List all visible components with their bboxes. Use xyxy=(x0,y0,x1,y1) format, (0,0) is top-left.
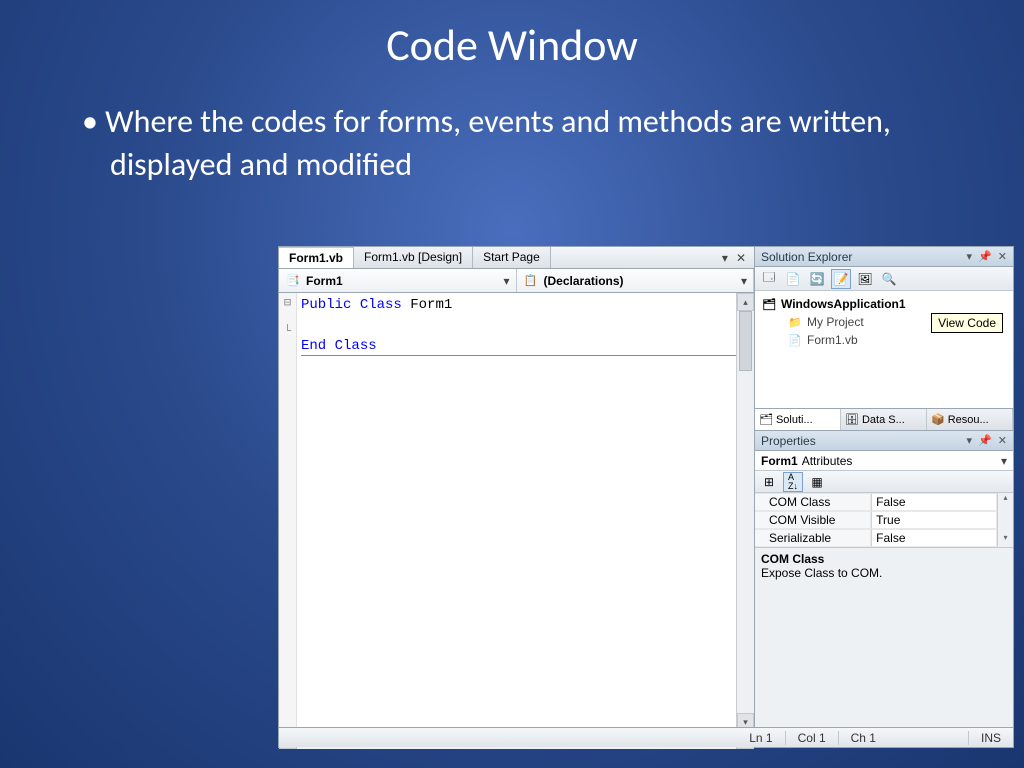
refresh-icon[interactable]: 🔄 xyxy=(807,269,827,289)
chevron-down-icon: ▾ xyxy=(741,274,747,288)
resources-icon: 📦 xyxy=(931,413,945,426)
property-row[interactable]: COM Visible True xyxy=(755,511,997,529)
solution-explorer-toolbar: 🗔 📄 🔄 📝 🖼 🔍 xyxy=(755,267,1013,291)
object-subtitle: Attributes xyxy=(802,454,853,468)
status-line: Ln 1 xyxy=(737,731,784,745)
code-area[interactable]: ⊟└ Public Class Form1 End Class ▴ ▾ xyxy=(279,293,754,731)
slide-bullet: Where the codes for forms, events and me… xyxy=(0,72,1024,186)
code-editor-pane: Form1.vb Form1.vb [Design] Start Page ▾ … xyxy=(279,247,755,747)
property-description: COM Class Expose Class to COM. xyxy=(755,547,1013,747)
panel-title-text: Solution Explorer xyxy=(761,250,852,264)
ide-screenshot: Form1.vb Form1.vb [Design] Start Page ▾ … xyxy=(278,246,1014,748)
right-panels: Solution Explorer ▾ 📌 ✕ 🗔 📄 🔄 📝 🖼 🔍 🗂 Wi… xyxy=(755,247,1013,747)
diagram-icon[interactable]: 🔍 xyxy=(879,269,899,289)
desc-text: Expose Class to COM. xyxy=(761,566,882,580)
slide-title: Code Window xyxy=(0,0,1024,72)
categorized-icon[interactable]: ⊞ xyxy=(759,472,779,492)
status-ins: INS xyxy=(968,731,1013,745)
chevron-down-icon: ▾ xyxy=(1001,454,1007,468)
properties-toolbar: ⊞ AZ↓ ▦ xyxy=(755,471,1013,493)
scroll-down-icon[interactable]: ▾ xyxy=(998,533,1013,547)
property-row[interactable]: Serializable False xyxy=(755,529,997,547)
vertical-scrollbar[interactable]: ▴ ▾ xyxy=(736,293,754,731)
tree-item-form1[interactable]: 📄 Form1.vb xyxy=(761,331,1007,349)
form-icon: 📄 xyxy=(787,332,803,348)
property-name: COM Class xyxy=(755,493,871,511)
tab-form1-design[interactable]: Form1.vb [Design] xyxy=(354,247,473,268)
tab-form1-vb[interactable]: Form1.vb xyxy=(279,247,354,268)
property-row[interactable]: COM Class False xyxy=(755,493,997,511)
pin-icon[interactable]: 📌 xyxy=(978,250,992,263)
class-icon: 📑 xyxy=(285,273,301,289)
class-name: Form1 xyxy=(306,274,498,288)
desc-title: COM Class xyxy=(761,552,1007,566)
property-name: Serializable xyxy=(755,529,871,547)
scroll-up-icon[interactable]: ▴ xyxy=(998,493,1013,507)
class-selector[interactable]: 📑 Form1 ▾ xyxy=(279,269,517,292)
project-name: WindowsApplication1 xyxy=(781,297,906,311)
close-icon[interactable]: ✕ xyxy=(998,434,1007,447)
property-name: COM Visible xyxy=(755,511,871,529)
view-code-icon[interactable]: 📝 xyxy=(831,269,851,289)
outline-gutter: ⊟└ xyxy=(279,293,297,731)
folder-icon: 📁 xyxy=(787,314,803,330)
panel-title-text: Properties xyxy=(761,434,816,448)
scroll-thumb[interactable] xyxy=(739,311,752,371)
project-node[interactable]: 🗂 WindowsApplication1 xyxy=(761,295,1007,313)
properties-grid[interactable]: COM Class False COM Visible True Seriali… xyxy=(755,493,1013,547)
property-value[interactable]: True xyxy=(871,511,997,529)
declarations-icon: 📋 xyxy=(523,273,539,289)
tab-start-page[interactable]: Start Page xyxy=(473,247,551,268)
status-col: Col 1 xyxy=(785,731,838,745)
property-value[interactable]: False xyxy=(871,493,997,511)
properties-title: Properties ▾ 📌 ✕ xyxy=(755,431,1013,451)
data-icon: 🗄 xyxy=(845,413,859,426)
properties-scrollbar[interactable]: ▴ ▾ xyxy=(997,493,1013,547)
show-all-icon[interactable]: 📄 xyxy=(783,269,803,289)
alphabetical-icon[interactable]: AZ↓ xyxy=(783,472,803,492)
method-name: (Declarations) xyxy=(544,274,736,288)
code-text[interactable]: Public Class Form1 End Class xyxy=(297,293,736,731)
property-value[interactable]: False xyxy=(871,529,997,547)
tab-dropdown-icon[interactable]: ▾ xyxy=(722,251,728,265)
pin-icon[interactable]: 📌 xyxy=(978,434,992,447)
tab-close-icon[interactable]: ✕ xyxy=(736,251,746,265)
status-ch: Ch 1 xyxy=(838,731,888,745)
properties-icon[interactable]: 🗔 xyxy=(759,269,779,289)
project-icon: 🗂 xyxy=(761,296,777,312)
solution-icon: 🗂 xyxy=(759,413,773,426)
tab-solution[interactable]: 🗂Soluti... xyxy=(755,409,841,430)
chevron-down-icon: ▾ xyxy=(503,274,509,288)
panel-menu-icon[interactable]: ▾ xyxy=(967,434,973,447)
solution-explorer-title: Solution Explorer ▾ 📌 ✕ xyxy=(755,247,1013,267)
solution-tree[interactable]: 🗂 WindowsApplication1 📁 My Project 📄 For… xyxy=(755,291,1013,409)
tab-resources[interactable]: 📦Resou... xyxy=(927,409,1013,430)
tooltip-view-code: View Code xyxy=(931,313,1003,333)
tree-item-label: My Project xyxy=(807,315,864,329)
status-bar: Ln 1 Col 1 Ch 1 INS xyxy=(279,727,1013,747)
object-name: Form1 xyxy=(761,454,798,468)
properties-object-selector[interactable]: Form1 Attributes ▾ xyxy=(755,451,1013,471)
view-designer-icon[interactable]: 🖼 xyxy=(855,269,875,289)
document-tabs: Form1.vb Form1.vb [Design] Start Page ▾ … xyxy=(279,247,754,269)
navigation-dropdowns: 📑 Form1 ▾ 📋 (Declarations) ▾ xyxy=(279,269,754,293)
tree-item-label: Form1.vb xyxy=(807,333,858,347)
panel-menu-icon[interactable]: ▾ xyxy=(967,250,973,263)
close-icon[interactable]: ✕ xyxy=(998,250,1007,263)
tab-data-sources[interactable]: 🗄Data S... xyxy=(841,409,927,430)
scroll-up-icon[interactable]: ▴ xyxy=(737,293,754,311)
panel-tabs: 🗂Soluti... 🗄Data S... 📦Resou... xyxy=(755,409,1013,431)
method-selector[interactable]: 📋 (Declarations) ▾ xyxy=(517,269,755,292)
property-pages-icon[interactable]: ▦ xyxy=(807,472,827,492)
